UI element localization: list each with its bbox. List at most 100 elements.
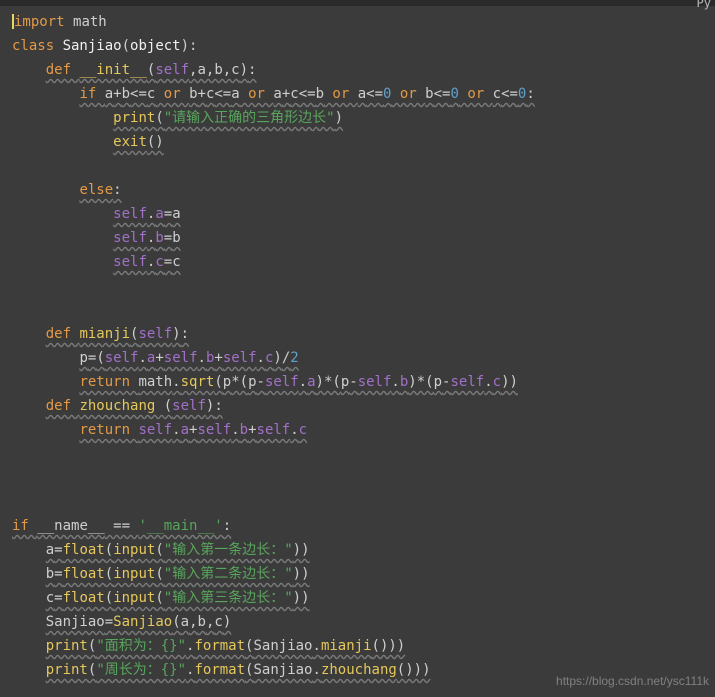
code-line	[12, 298, 715, 322]
code-token: class	[12, 38, 63, 54]
code-token: b	[155, 230, 163, 246]
code-token: b	[46, 566, 54, 582]
code-token: self	[164, 350, 198, 366]
code-token: :	[113, 182, 121, 198]
code-token: )	[223, 614, 231, 630]
code-token: self	[113, 230, 147, 246]
code-token: (	[96, 350, 104, 366]
code-line: self.b=b	[12, 226, 715, 250]
watermark: https://blog.csdn.net/ysc111k	[556, 669, 709, 693]
code-token: (	[172, 614, 180, 630]
code-token	[12, 254, 113, 270]
code-token: ,	[189, 614, 197, 630]
code-token: float	[63, 590, 105, 606]
code-token: float	[63, 566, 105, 582]
code-token: )	[240, 62, 248, 78]
code-line	[12, 154, 715, 178]
code-editor[interactable]: import mathclass Sanjiao(object): def __…	[0, 6, 715, 682]
code-token: *(	[231, 374, 248, 390]
code-line: Sanjiao=Sanjiao(a,b,c)	[12, 610, 715, 634]
code-token: =	[54, 566, 62, 582]
code-token: (	[214, 374, 222, 390]
code-token: )	[172, 326, 180, 342]
code-token: Sanjiao	[253, 662, 312, 678]
code-token: c	[172, 254, 180, 270]
code-token: (	[105, 542, 113, 558]
code-token: c	[155, 254, 163, 270]
editor-topbar: Py	[0, 0, 715, 6]
code-token: -	[257, 374, 265, 390]
code-line: self.a=a	[12, 202, 715, 226]
code-token: <=	[501, 86, 518, 102]
code-token: or	[240, 86, 274, 102]
code-token: def	[46, 398, 80, 414]
code-token: c	[214, 614, 222, 630]
language-label: Py	[697, 0, 715, 6]
code-token: or	[155, 86, 189, 102]
code-token: +	[214, 350, 222, 366]
code-token	[12, 350, 79, 366]
code-token: c	[46, 590, 54, 606]
code-token: .	[198, 350, 206, 366]
code-token: mianji	[321, 638, 372, 654]
code-token: self	[105, 350, 139, 366]
code-token: a	[307, 374, 315, 390]
code-token: ()	[147, 134, 164, 150]
code-token: <=	[434, 86, 451, 102]
code-token: .	[313, 662, 321, 678]
code-token: or	[391, 86, 425, 102]
code-token: mianji	[79, 326, 130, 342]
code-token: p	[248, 374, 256, 390]
code-token: a	[172, 206, 180, 222]
code-line: c=float(input("输入第三条边长："))	[12, 586, 715, 610]
code-token: "请输入正确的三角形边长"	[164, 110, 335, 126]
code-token: (	[155, 542, 163, 558]
code-token: self	[257, 422, 291, 438]
code-token: self	[113, 254, 147, 270]
code-line: self.c=c	[12, 250, 715, 274]
code-token: :	[181, 326, 189, 342]
code-token	[12, 62, 46, 78]
code-token: math	[138, 374, 172, 390]
code-token: -	[349, 374, 357, 390]
code-token: <=	[299, 86, 316, 102]
code-token: object	[130, 38, 181, 54]
code-token: .	[172, 374, 180, 390]
code-token: ()))	[397, 662, 431, 678]
code-token	[12, 110, 113, 126]
code-token: '__main__'	[138, 518, 222, 534]
code-line: if a+b<=c or b+c<=a or a+c<=b or a<=0 or…	[12, 82, 715, 106]
code-token: or	[459, 86, 493, 102]
code-token: return	[79, 374, 138, 390]
code-token: a	[231, 86, 239, 102]
code-token: :	[526, 86, 534, 102]
code-token	[12, 326, 46, 342]
code-token: (	[122, 38, 130, 54]
code-token: )	[335, 110, 343, 126]
code-token: format	[194, 662, 245, 678]
code-line: print("请输入正确的三角形边长")	[12, 106, 715, 130]
code-token: (	[155, 590, 163, 606]
code-token: self	[223, 350, 257, 366]
code-token	[12, 230, 113, 246]
code-token: __name__	[37, 518, 104, 534]
code-token: =	[105, 614, 113, 630]
code-token: self	[138, 326, 172, 342]
code-token: .	[391, 374, 399, 390]
code-token: =	[164, 230, 172, 246]
code-token: b	[425, 86, 433, 102]
code-token: print	[113, 110, 155, 126]
code-token: input	[113, 590, 155, 606]
code-line	[12, 466, 715, 490]
code-token: p	[341, 374, 349, 390]
code-token: b	[122, 86, 130, 102]
code-token: (	[105, 590, 113, 606]
code-token: b	[172, 230, 180, 246]
code-token: (	[105, 566, 113, 582]
code-line: def mianji(self):	[12, 322, 715, 346]
code-token: (	[155, 566, 163, 582]
code-token: +	[198, 86, 206, 102]
code-token: )*(	[408, 374, 433, 390]
code-token: def	[46, 326, 80, 342]
code-token: p	[79, 350, 87, 366]
